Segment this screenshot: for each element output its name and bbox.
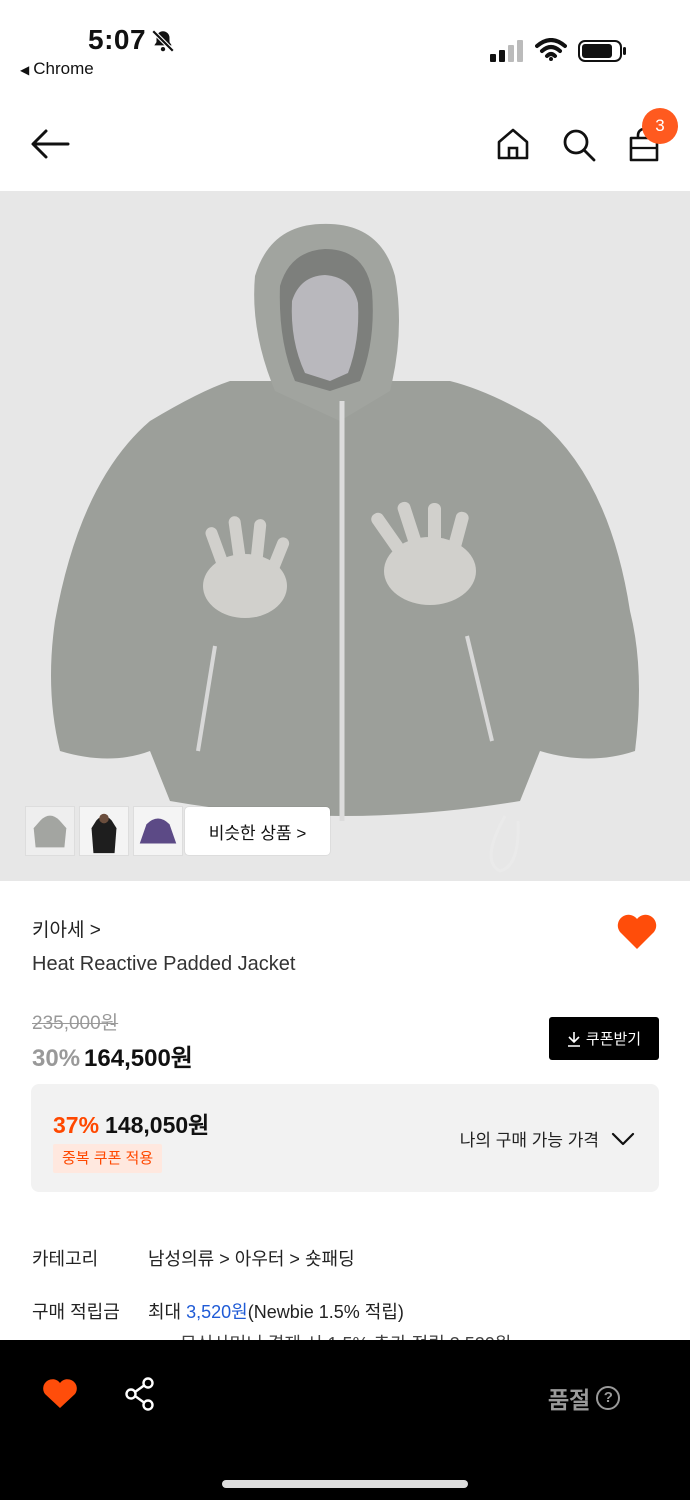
thumbnail-black-jacket[interactable] — [79, 806, 129, 856]
soldout-status: 품절 ? — [548, 1381, 621, 1415]
points-prefix: 최대 — [148, 1302, 182, 1322]
download-icon — [567, 1031, 580, 1047]
similar-products-button[interactable]: 비슷한 상품 > — [185, 807, 330, 855]
price-value: 164,500원 — [84, 1045, 193, 1072]
home-icon[interactable] — [496, 128, 530, 160]
back-arrow-icon[interactable] — [30, 128, 70, 160]
thumbnail-grey-jacket[interactable] — [25, 806, 75, 856]
cellular-signal-icon — [490, 40, 523, 62]
share-icon[interactable] — [124, 1377, 156, 1411]
discount-percent: 30% — [32, 1045, 81, 1072]
my-price-label: 나의 구매 가능 가격 — [459, 1131, 599, 1150]
battery-icon — [578, 40, 626, 62]
bottom-heart-icon[interactable] — [42, 1378, 78, 1410]
category-label: 카테고리 — [32, 1249, 99, 1269]
back-app-label: Chrome — [33, 59, 94, 78]
chevron-down-icon — [611, 1132, 635, 1145]
thumbnail-purple-jacket[interactable] — [133, 806, 183, 856]
best-discount-percent: 37% — [53, 1112, 100, 1138]
cart-count-badge: 3 — [642, 108, 678, 144]
original-price: 235,000원 — [32, 1013, 119, 1034]
bottom-action-bar — [0, 1340, 690, 1500]
back-triangle-icon: ◀ — [20, 63, 30, 77]
thumbnail-strip — [25, 806, 183, 856]
soldout-label: 품절 — [548, 1387, 591, 1413]
sale-price: 30% 164,500원 — [32, 1038, 193, 1073]
wishlist-heart-icon[interactable] — [616, 913, 658, 951]
points-row: 구매 적립금 최대 3,520원(Newbie 1.5% 적립) — [32, 1298, 404, 1324]
coupon-download-button[interactable]: 쿠폰받기 — [549, 1017, 659, 1060]
help-icon[interactable]: ? — [596, 1386, 621, 1410]
points-amount: 3,520원 — [186, 1302, 248, 1322]
status-bar: 5:07 ◀ Chrome — [0, 0, 690, 95]
clock: 5:07 — [88, 24, 147, 55]
home-indicator[interactable] — [222, 1480, 468, 1488]
bell-muted-icon — [151, 29, 175, 53]
category-row: 카테고리 남성의류 > 아우터 > 숏패딩 — [32, 1245, 355, 1271]
product-image[interactable] — [0, 191, 690, 881]
wifi-icon — [535, 38, 567, 61]
points-label: 구매 적립금 — [32, 1302, 120, 1322]
back-to-app[interactable]: ◀ Chrome — [20, 59, 94, 79]
product-name: Heat Reactive Padded Jacket — [32, 953, 296, 975]
stacked-coupon-tag: 중복 쿠폰 적용 — [53, 1144, 163, 1173]
best-price: 37% 148,050원 — [53, 1106, 209, 1140]
my-price-toggle[interactable]: 나의 구매 가능 가격 — [460, 1126, 635, 1151]
jacket-illustration — [0, 191, 690, 881]
best-price-box[interactable]: 37% 148,050원 중복 쿠폰 적용 나의 구매 가능 가격 — [31, 1084, 659, 1192]
search-icon[interactable] — [562, 128, 596, 162]
category-breadcrumb[interactable]: 남성의류 > 아우터 > 숏패딩 — [148, 1249, 355, 1269]
coupon-label: 쿠폰받기 — [585, 1031, 642, 1048]
brand-link[interactable]: 키아세 > — [32, 915, 101, 942]
points-suffix: (Newbie 1.5% 적립) — [247, 1302, 404, 1322]
best-price-value: 148,050원 — [105, 1112, 210, 1138]
